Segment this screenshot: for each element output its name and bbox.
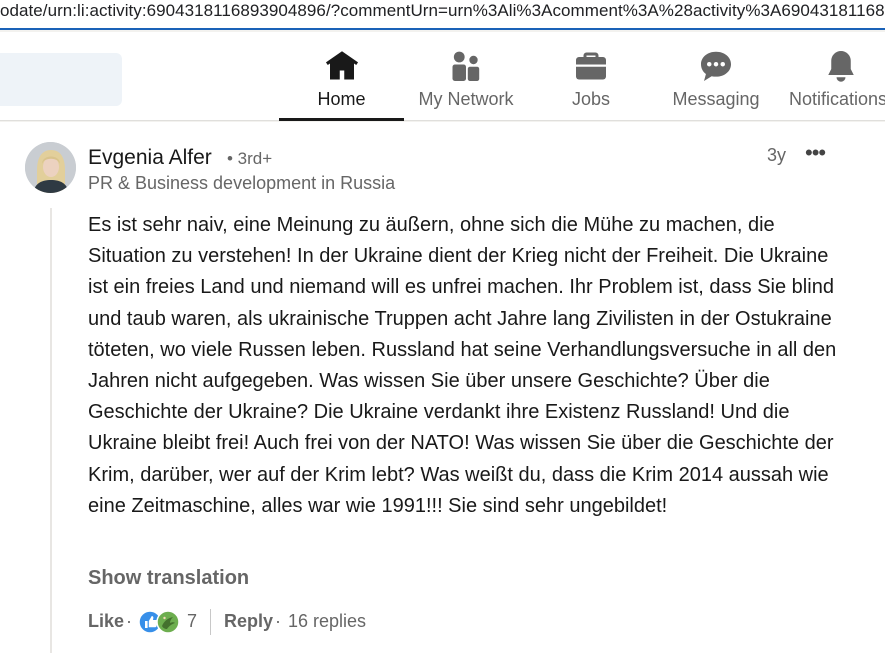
celebrate-reaction-icon: [156, 610, 180, 634]
nav-notifications[interactable]: Notifications: [789, 32, 885, 120]
nav-home[interactable]: Home: [279, 32, 404, 121]
top-navigation: Home My Network Jobs Messaging Notificat…: [0, 32, 885, 121]
like-button[interactable]: Like: [88, 611, 124, 632]
separator-dot: ·: [126, 611, 132, 631]
separator-dot: ·: [275, 611, 281, 631]
nav-label-home: Home: [317, 89, 366, 109]
nav-messaging[interactable]: Messaging: [666, 32, 766, 120]
briefcase-icon: [576, 52, 606, 80]
nav-label-jobs: Jobs: [571, 89, 611, 109]
reactions-icons[interactable]: [138, 609, 182, 635]
author-name[interactable]: Evgenia Alfer: [88, 146, 212, 170]
reaction-count[interactable]: 7: [187, 611, 197, 632]
home-icon: [325, 51, 358, 80]
comment-timestamp: 3y: [767, 145, 787, 165]
thread-line: [50, 208, 52, 653]
author-headline: PR & Business development in Russia: [88, 173, 396, 193]
reply-button[interactable]: Reply: [224, 611, 273, 632]
messaging-icon: [701, 51, 731, 81]
nav-label-notifications: Notifications: [789, 89, 885, 109]
connection-degree: • 3rd+: [227, 149, 273, 168]
nav-label-messaging: Messaging: [672, 89, 760, 109]
comment-panel: Evgenia Alfer • 3rd+ PR & Business devel…: [0, 122, 885, 653]
avatar[interactable]: [25, 142, 76, 193]
bell-icon: [828, 51, 854, 82]
browser-address-bar[interactable]: odate/urn:li:activity:690431811689390489…: [0, 0, 885, 30]
profile-photo: [25, 142, 76, 193]
nav-jobs[interactable]: Jobs: [545, 32, 637, 120]
show-translation-button[interactable]: Show translation: [88, 567, 249, 590]
comment-text: Es ist sehr naiv, eine Meinung zu äußern…: [88, 214, 837, 517]
nav-my-network[interactable]: My Network: [410, 32, 522, 120]
url-text[interactable]: odate/urn:li:activity:690431811689390489…: [0, 1, 885, 21]
replies-count-link[interactable]: 16 replies: [288, 611, 366, 632]
nav-label-my-network: My Network: [418, 89, 514, 109]
search-input[interactable]: [0, 53, 122, 106]
action-divider: [210, 609, 211, 635]
more-options-button[interactable]: •••: [805, 142, 831, 166]
network-icon: [452, 51, 480, 81]
